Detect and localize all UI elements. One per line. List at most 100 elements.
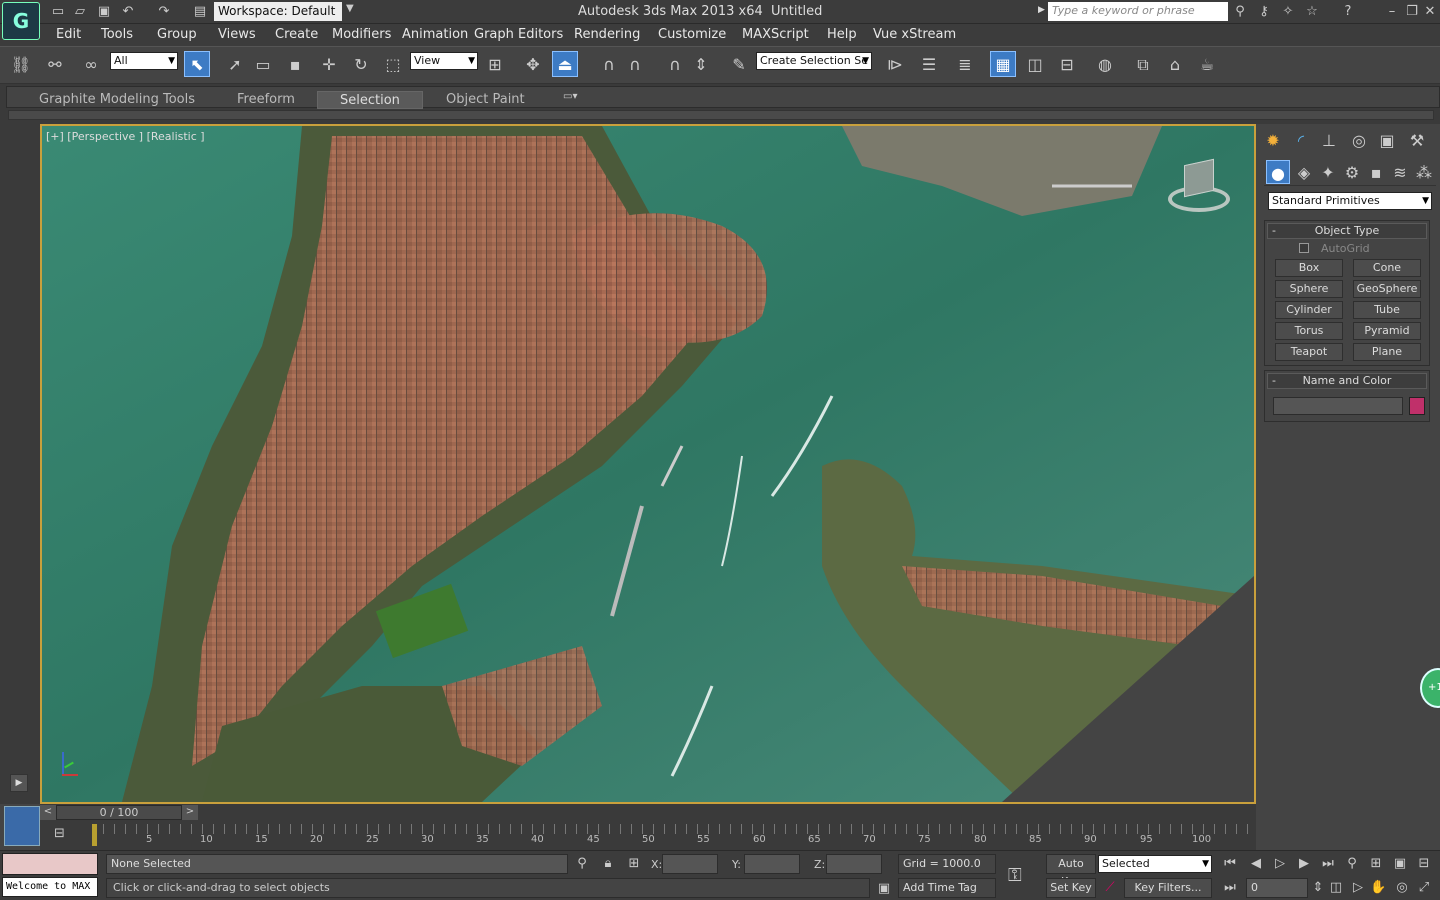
tab-selection[interactable]: Selection [317,91,423,109]
viewport-layout-tab[interactable] [4,806,40,846]
search-expand-icon[interactable]: ▶ [1038,5,1045,15]
viewport-label[interactable]: [+] [Perspective ] [Realistic ] [46,130,205,143]
menu-group[interactable]: Group [157,27,197,42]
minimize-icon[interactable]: – [1384,4,1400,20]
zoom-extents-icon[interactable]: ▣ [1392,856,1408,872]
field-of-view-icon[interactable]: ◫ [1328,880,1344,896]
new-file-icon[interactable]: ▭ [50,4,66,20]
y-coordinate-input[interactable] [744,854,800,874]
select-and-link-icon[interactable]: ⛓ [8,52,34,78]
keyboard-shortcut-override-icon[interactable]: ⏏ [552,51,578,77]
modify-tab-icon[interactable]: ◜ [1288,128,1314,154]
curve-editor-icon[interactable]: ◫ [1022,52,1048,78]
unlink-selection-icon[interactable]: ⚯ [42,52,68,78]
menu-help[interactable]: Help [827,27,857,42]
graphite-modeling-toggle-icon[interactable]: ▦ [990,51,1016,77]
time-configuration-icon[interactable]: ⇕ [1310,880,1326,896]
rectangular-selection-region-icon[interactable]: ▭ [250,52,276,78]
select-by-name-icon[interactable]: ➚ [222,52,248,78]
selection-lock-icon[interactable]: 🔒︎ [600,856,616,872]
maxscript-listener-output[interactable]: Welcome to MAX [2,877,98,897]
select-manipulate-icon[interactable]: ✥ [520,52,546,78]
systems-icon[interactable]: ⁂ [1412,160,1436,184]
add-time-tag-field[interactable]: Add Time Tag [898,878,996,898]
select-and-scale-icon[interactable]: ⬚ [380,52,406,78]
redo-icon[interactable]: ↷ [156,4,172,20]
floating-badge-icon[interactable]: +1 [1420,668,1440,708]
perspective-viewport[interactable]: [+] [Perspective ] [Realistic ] [40,124,1256,804]
communication-icon[interactable]: ✧ [1280,4,1296,20]
schematic-view-icon[interactable]: ⊟ [1054,52,1080,78]
menu-modifiers[interactable]: Modifiers [332,27,391,42]
app-logo-button[interactable]: G [2,2,40,40]
menu-vue-xstream[interactable]: Vue xStream [873,27,956,42]
edit-named-selection-icon[interactable]: ✎ [726,52,752,78]
cone-button[interactable]: Cone [1353,259,1421,277]
display-tab-icon[interactable]: ▣ [1374,128,1400,154]
shapes-icon[interactable]: ◈ [1292,160,1316,184]
select-and-rotate-icon[interactable]: ↻ [348,52,374,78]
tube-button[interactable]: Tube [1353,301,1421,319]
project-folder-icon[interactable]: ▤ [192,4,208,20]
hierarchy-tab-icon[interactable]: ⊥ [1316,128,1342,154]
previous-frame-icon[interactable]: ◀ [1248,856,1264,872]
menu-customize[interactable]: Customize [658,27,726,42]
zoom-all-icon[interactable]: ⊞ [1368,856,1384,872]
track-bar[interactable]: ⊟ 5 10 15 20 25 30 35 40 45 50 55 60 65 … [40,822,1256,850]
close-icon[interactable]: ✕ [1422,4,1438,20]
helpers-icon[interactable]: ▪ [1364,160,1388,184]
viewcube[interactable] [1166,156,1232,222]
ribbon-options-icon[interactable]: ▭▾ [563,91,577,102]
autogrid-checkbox[interactable] [1299,243,1309,253]
go-to-end-icon[interactable]: ⏭ [1320,856,1336,872]
x-coordinate-input[interactable] [662,854,718,874]
layer-manager-icon[interactable]: ≣ [952,52,978,78]
key-mode-dropdown[interactable]: Selected ▼ [1098,855,1212,873]
material-editor-icon[interactable]: ◍ [1092,52,1118,78]
tab-freeform[interactable]: Freeform [215,91,317,109]
maxscript-listener-input[interactable] [2,853,98,875]
pivot-center-icon[interactable]: ⊞ [482,52,508,78]
utilities-tab-icon[interactable]: ⚒ [1404,128,1430,154]
angle-snap-icon[interactable]: ∩ [622,52,648,78]
lights-icon[interactable]: ✦ [1316,160,1340,184]
binoculars-icon[interactable]: ⚲ [1232,4,1248,20]
go-to-start-icon[interactable]: ⏮ [1222,856,1238,872]
named-selection-sets-dropdown[interactable]: Create Selection Se ▼ [756,52,872,70]
teapot-button[interactable]: Teapot [1275,343,1343,361]
maximize-viewport-icon[interactable]: ⤢ [1416,880,1432,896]
menu-views[interactable]: Views [218,27,256,42]
time-next-icon[interactable]: > [182,805,198,820]
percent-snap-icon[interactable]: ∩ [662,52,688,78]
render-production-icon[interactable]: ☕ [1194,52,1220,78]
time-slider-thumb[interactable]: 0 / 100 [56,805,182,820]
mini-curve-editor-icon[interactable]: ⊟ [54,826,65,841]
time-prev-icon[interactable]: < [40,805,56,820]
orbit-icon[interactable]: ◎ [1394,880,1410,896]
tab-graphite-modeling-tools[interactable]: Graphite Modeling Tools [17,91,217,109]
current-frame-input[interactable]: 0 [1246,878,1308,898]
render-setup-icon[interactable]: ⧉ [1130,52,1156,78]
set-key-icon[interactable]: ⚿ [1008,865,1022,886]
name-and-color-header[interactable]: - Name and Color [1267,373,1427,389]
select-and-move-icon[interactable]: ✛ [316,52,342,78]
zoom-extents-all-icon[interactable]: ⊟ [1416,856,1432,872]
isolate-selection-icon[interactable]: ⚲ [574,856,590,872]
bind-to-space-warp-icon[interactable]: ∞ [78,52,104,78]
zoom-icon[interactable]: ⚲ [1344,856,1360,872]
pyramid-button[interactable]: Pyramid [1353,322,1421,340]
motion-tab-icon[interactable]: ◎ [1346,128,1372,154]
current-frame-marker[interactable] [92,824,97,846]
save-file-icon[interactable]: ▣ [96,4,112,20]
object-color-swatch[interactable] [1409,397,1425,415]
geosphere-button[interactable]: GeoSphere [1353,280,1421,298]
open-file-icon[interactable]: ▱ [72,4,88,20]
menu-tools[interactable]: Tools [101,27,133,42]
rendered-frame-window-icon[interactable]: ⌂ [1162,52,1188,78]
reference-coordinate-dropdown[interactable]: View ▼ [410,52,478,70]
category-dropdown[interactable]: Standard Primitives ▼ [1268,192,1432,210]
field-of-view-alt-icon[interactable]: ▷ [1350,880,1366,896]
create-tab-icon[interactable]: ✹ [1260,128,1286,154]
quick-access-menu-icon[interactable]: ▼ [346,3,354,14]
menu-maxscript[interactable]: MAXScript [742,27,809,42]
